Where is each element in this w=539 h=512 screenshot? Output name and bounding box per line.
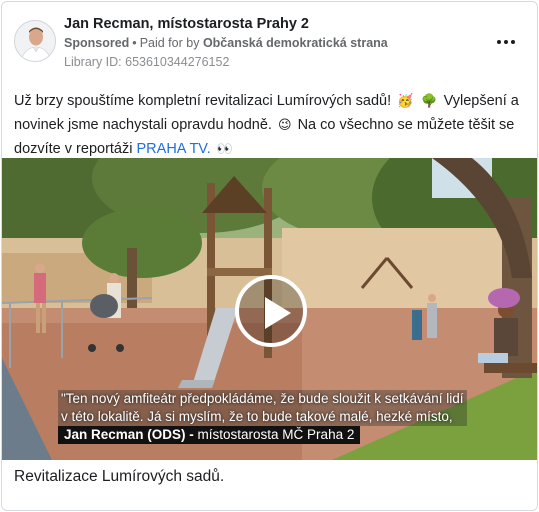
payer-name[interactable]: Občanská demokratická strana: [203, 36, 388, 50]
paid-for-prefix: Paid for by: [139, 36, 200, 50]
tree-emoji-icon: 🌳: [421, 93, 438, 108]
praha-tv-link[interactable]: PRAHA TV.: [137, 141, 211, 157]
eyes-emoji-icon: 👀: [216, 141, 233, 156]
ad-header: Jan Recman, místostarosta Prahy 2 Sponso…: [2, 2, 537, 76]
video-subtitles: "Ten nový amfiteátr předpokládáme, že bu…: [58, 390, 467, 426]
speaker-lower-third: Jan Recman (ODS) - místostarosta MČ Prah…: [58, 426, 361, 444]
avatar[interactable]: [14, 20, 56, 62]
library-id: Library ID: 653610344276152: [64, 55, 230, 69]
media-caption: Revitalizace Lumírových sadů.: [14, 468, 225, 485]
party-face-emoji-icon: 🥳: [397, 93, 414, 108]
video-player[interactable]: "Ten nový amfiteátr předpokládáme, že bu…: [2, 158, 537, 460]
advertiser-name[interactable]: Jan Recman, místostarosta Prahy 2: [64, 16, 309, 32]
sponsored-label: Sponsored: [64, 36, 130, 50]
separator-dot: •: [132, 36, 137, 50]
subtitle-line-2: v této lokalitě. Já si myslím, že to bud…: [58, 408, 467, 426]
speaker-name: Jan Recman (ODS) -: [64, 427, 194, 442]
sponsored-row: Sponsored • Paid for by Občanská demokrati…: [64, 36, 388, 50]
more-dots-icon: [497, 40, 501, 44]
profile-photo-icon: [15, 21, 55, 61]
subtitle-line-1: "Ten nový amfiteátr předpokládáme, že bu…: [58, 390, 467, 408]
more-options-button[interactable]: [493, 32, 519, 52]
wink-emoji-icon: 😉: [277, 117, 292, 132]
play-button[interactable]: [235, 275, 307, 347]
post-text-part1: Už brzy spouštíme kompletní revitalizaci…: [14, 93, 392, 109]
speaker-role: místostarosta MČ Praha 2: [193, 427, 355, 442]
post-text: Už brzy spouštíme kompletní revitalizaci…: [14, 89, 524, 161]
ad-card: Jan Recman, místostarosta Prahy 2 Sponso…: [1, 1, 538, 511]
